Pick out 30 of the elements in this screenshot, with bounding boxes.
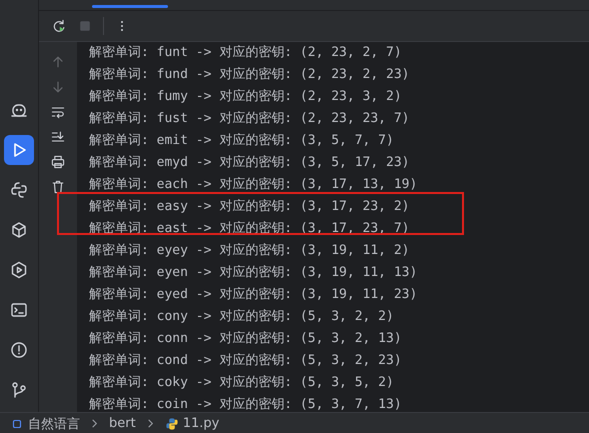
console-line: 解密单词: eyen -> 对应的密钥: (3, 19, 11, 13) xyxy=(89,264,418,282)
console-line: 解密单词: funt -> 对应的密钥: (2, 23, 2, 7) xyxy=(89,44,403,62)
breadcrumb-link[interactable]: 11.py xyxy=(182,416,220,431)
console-line: 解密单词: each -> 对应的密钥: (3, 17, 13, 19) xyxy=(89,176,418,194)
console-line: 解密单词: eyed -> 对应的密钥: (3, 19, 11, 23) xyxy=(89,286,418,304)
python-icon xyxy=(9,180,29,200)
hexagon-play-icon xyxy=(9,260,29,280)
console-line: 解密单词: coin -> 对应的密钥: (5, 3, 7, 13) xyxy=(89,396,403,412)
python-file-icon xyxy=(164,416,179,430)
console-line: 解密单词: easy -> 对应的密钥: (3, 17, 23, 2) xyxy=(89,198,410,216)
console-line: 解密单词: east -> 对应的密钥: (3, 17, 23, 7) xyxy=(89,220,410,238)
console-line: 解密单词: conn -> 对应的密钥: (5, 3, 2, 13) xyxy=(89,330,403,348)
chevron-icon xyxy=(146,419,155,428)
rerun-icon[interactable] xyxy=(51,18,67,34)
trash-icon[interactable] xyxy=(50,179,66,195)
console-line: 解密单词: emit -> 对应的密钥: (3, 5, 7, 7) xyxy=(89,132,395,150)
console-line: 解密单词: fund -> 对应的密钥: (2, 23, 2, 23) xyxy=(89,66,410,84)
printer-icon[interactable] xyxy=(50,154,66,170)
console-line: 解密单词: fust -> 对应的密钥: (2, 23, 23, 7) xyxy=(89,110,410,128)
console-line: 解密单词: cony -> 对应的密钥: (5, 3, 2, 2) xyxy=(89,308,395,326)
alert-icon xyxy=(9,340,29,360)
breadcrumb-link[interactable]: 自然语言 xyxy=(28,414,80,432)
console-line: 解密单词: cond -> 对应的密钥: (5, 3, 2, 23) xyxy=(89,352,403,370)
chevron-icon xyxy=(90,419,99,428)
console-line: 解密单词: fumy -> 对应的密钥: (2, 23, 3, 2) xyxy=(89,88,403,106)
tool-window-button[interactable] xyxy=(4,135,34,165)
console-line: 解密单词: emyd -> 对应的密钥: (3, 5, 17, 23) xyxy=(89,154,410,172)
breadcrumb-link[interactable]: bert xyxy=(109,416,136,431)
console-line: 解密单词: eyey -> 对应的密钥: (3, 19, 11, 2) xyxy=(89,242,410,260)
console-line: 解密单词: coky -> 对应的密钥: (5, 3, 5, 2) xyxy=(89,374,395,392)
